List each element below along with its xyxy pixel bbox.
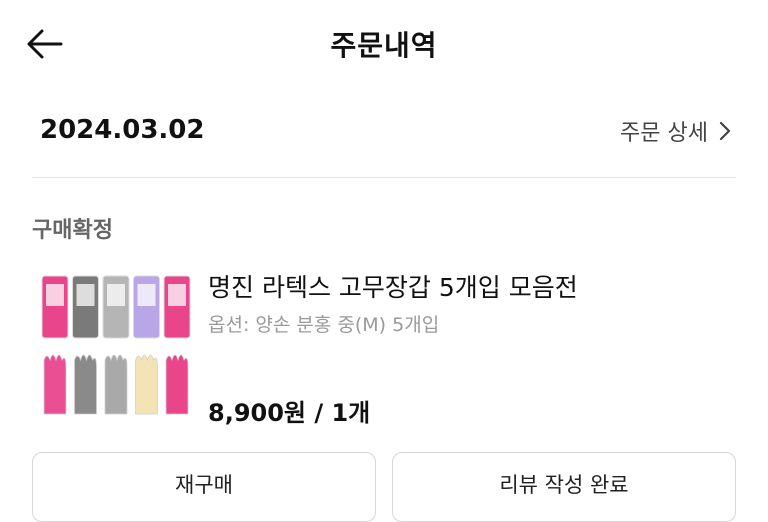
order-detail-link[interactable]: 주문 상세 bbox=[620, 115, 732, 147]
order-detail-label: 주문 상세 bbox=[620, 121, 708, 146]
order-status: 구매확정 bbox=[32, 218, 113, 243]
product-option: 옵션: 양손 분홍 중(M) 5개입 bbox=[208, 314, 440, 336]
rebuy-button[interactable]: 재구매 bbox=[32, 452, 376, 522]
package-label-3 bbox=[107, 284, 125, 306]
divider bbox=[32, 177, 736, 178]
glove-4 bbox=[135, 354, 158, 415]
package-label-1 bbox=[46, 284, 64, 306]
package-label-2 bbox=[76, 284, 95, 306]
order-date: 2024.03.02 bbox=[40, 115, 205, 145]
glove-5 bbox=[165, 354, 189, 415]
review-complete-button[interactable]: 리뷰 작성 완료 bbox=[392, 452, 736, 522]
product-price: 8,900원 / 1개 bbox=[208, 399, 371, 427]
product-image bbox=[41, 275, 191, 415]
header: 주문내역 bbox=[0, 0, 768, 86]
glove-3 bbox=[104, 354, 128, 415]
package-label-4 bbox=[137, 284, 156, 306]
glove-1 bbox=[43, 354, 67, 415]
chevron-right-icon bbox=[719, 121, 731, 141]
product-name[interactable]: 명진 라텍스 고무장갑 5개입 모음전 bbox=[208, 268, 578, 304]
package-label-5 bbox=[168, 284, 186, 306]
page-title: 주문내역 bbox=[330, 29, 438, 62]
product-thumbnail[interactable] bbox=[34, 266, 192, 426]
glove-2 bbox=[74, 354, 97, 415]
